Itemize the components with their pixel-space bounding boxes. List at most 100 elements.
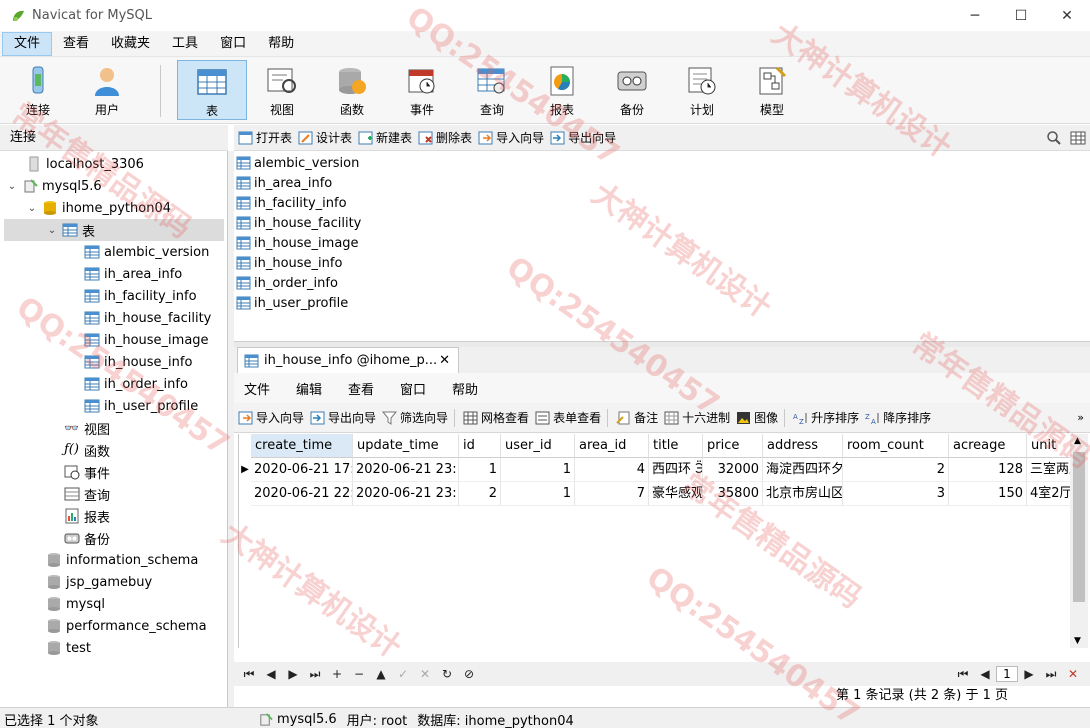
memo-button[interactable]: 备注 <box>616 409 658 426</box>
grid-cell[interactable]: 3 <box>843 482 949 506</box>
tree-table-item[interactable]: ih_area_info <box>84 263 182 285</box>
grid-cell[interactable]: 4室2厅 <box>1027 482 1071 506</box>
toolbar-overflow-icon[interactable]: » <box>1077 411 1084 424</box>
tree-node-tables[interactable]: ⌄ 表 <box>4 219 224 241</box>
scroll-up-icon[interactable]: ▲ <box>1074 436 1081 446</box>
new-table-button[interactable]: 新建表 <box>358 129 412 146</box>
tree-table-item[interactable]: alembic_version <box>84 241 209 263</box>
tree-node-db[interactable]: test <box>46 637 91 659</box>
last-page-icon[interactable]: ⏭ <box>1040 667 1062 682</box>
data-menu-help[interactable]: 帮助 <box>442 379 494 398</box>
tree-node-database[interactable]: ⌄ ihome_python04 <box>26 197 171 219</box>
grid-cell[interactable]: 4 <box>575 458 649 482</box>
grid-cell[interactable]: 7 <box>575 482 649 506</box>
tree-node-functions[interactable]: ƒ() 函数 <box>64 439 110 461</box>
last-record-icon[interactable]: ⏭ <box>304 667 326 682</box>
grid-cell[interactable]: 1 <box>501 458 575 482</box>
search-icon[interactable] <box>1046 130 1062 146</box>
column-header[interactable]: area_id <box>575 434 649 458</box>
column-header[interactable]: price <box>703 434 763 458</box>
object-list-item[interactable]: ih_order_info <box>236 273 338 293</box>
confirm-icon[interactable]: ✓ <box>392 667 414 681</box>
close-tab-icon[interactable]: ✕ <box>439 353 450 368</box>
page-settings-icon[interactable]: ✕ <box>1062 667 1084 681</box>
grid-cell[interactable]: 2 <box>843 458 949 482</box>
grid-cell[interactable]: 北京市房山区 <box>763 482 843 506</box>
design-table-button[interactable]: 设计表 <box>298 129 352 146</box>
menu-window[interactable]: 窗口 <box>209 32 257 56</box>
menu-favorites[interactable]: 收藏夹 <box>100 32 161 56</box>
discard-icon[interactable]: ✕ <box>414 667 436 681</box>
open-table-button[interactable]: 打开表 <box>238 129 292 146</box>
grid-cell[interactable]: 2020-06-21 22: <box>251 482 353 506</box>
column-header[interactable]: address <box>763 434 843 458</box>
column-header[interactable]: update_time <box>353 434 459 458</box>
object-list-item[interactable]: ih_house_info <box>236 253 342 273</box>
chevron-down-icon[interactable]: ⌄ <box>26 203 38 214</box>
add-record-icon[interactable]: + <box>326 667 348 681</box>
tree-table-item[interactable]: ih_order_info <box>84 373 188 395</box>
data-import-button[interactable]: 导入向导 <box>238 409 304 426</box>
object-list-item[interactable]: ih_house_facility <box>236 213 361 233</box>
column-header[interactable]: id <box>459 434 501 458</box>
chevron-down-icon[interactable]: ⌄ <box>6 181 18 192</box>
function-button[interactable]: 函数 <box>318 60 386 120</box>
tree-table-item[interactable]: ih_house_info <box>84 351 192 373</box>
column-header[interactable]: create_time <box>251 434 353 458</box>
data-menu-file[interactable]: 文件 <box>234 379 286 398</box>
first-page-icon[interactable]: ⏮ <box>952 667 974 682</box>
menu-help[interactable]: 帮助 <box>257 32 305 56</box>
prev-record-icon[interactable]: ◀ <box>260 667 282 681</box>
query-button[interactable]: 查询 <box>458 60 526 120</box>
apply-icon[interactable]: ▲ <box>370 667 392 681</box>
menu-file[interactable]: 文件 <box>2 31 53 56</box>
scroll-down-icon[interactable]: ▼ <box>1074 636 1081 646</box>
connect-button[interactable]: 连接 <box>4 60 72 120</box>
object-list-item[interactable]: ih_house_image <box>236 233 359 253</box>
column-header[interactable]: room_count <box>843 434 949 458</box>
maximize-button[interactable]: ☐ <box>998 0 1044 31</box>
object-list-item[interactable]: ih_area_info <box>236 173 332 193</box>
tree-node-db[interactable]: performance_schema <box>46 615 207 637</box>
next-page-icon[interactable]: ▶ <box>1018 667 1040 681</box>
object-list-item[interactable]: ih_user_profile <box>236 293 348 313</box>
stop-icon[interactable]: ⊘ <box>458 667 480 681</box>
tree-node-events[interactable]: 事件 <box>64 461 110 483</box>
tree-table-item[interactable]: ih_facility_info <box>84 285 197 307</box>
export-wizard-button[interactable]: 导出向导 <box>550 129 616 146</box>
tree-table-item[interactable]: ih_house_facility <box>84 307 211 329</box>
model-button[interactable]: 模型 <box>738 60 806 120</box>
object-list-item[interactable]: alembic_version <box>236 153 359 173</box>
column-header[interactable]: user_id <box>501 434 575 458</box>
grid-cell[interactable]: 1 <box>459 458 501 482</box>
form-view-button[interactable]: 表单查看 <box>535 409 601 426</box>
event-button[interactable]: 事件 <box>388 60 456 120</box>
grid-cell[interactable]: 三室两厅 <box>1027 458 1071 482</box>
delete-record-icon[interactable]: − <box>348 667 370 681</box>
data-export-button[interactable]: 导出向导 <box>310 409 376 426</box>
report-button[interactable]: 报表 <box>528 60 596 120</box>
backup-button[interactable]: 备份 <box>598 60 666 120</box>
grid-cell[interactable]: 2 <box>459 482 501 506</box>
page-number-input[interactable]: 1 <box>996 666 1018 682</box>
tree-node-mysql56[interactable]: ⌄ mysql5.6 <box>6 175 102 197</box>
hex-button[interactable]: 十六进制 <box>664 409 730 426</box>
data-menu-window[interactable]: 窗口 <box>390 379 442 398</box>
menu-view[interactable]: 查看 <box>52 32 100 56</box>
tree-node-queries[interactable]: 查询 <box>64 483 110 505</box>
tree-node-db[interactable]: mysql <box>46 593 105 615</box>
tree-node-localhost[interactable]: localhost_3306 <box>10 153 144 175</box>
tree-node-db[interactable]: information_schema <box>46 549 198 571</box>
schedule-button[interactable]: 计划 <box>668 60 736 120</box>
delete-table-button[interactable]: 删除表 <box>418 129 472 146</box>
table-button[interactable]: 表 <box>177 60 247 120</box>
column-header[interactable]: unit <box>1027 434 1071 458</box>
refresh-icon[interactable]: ↻ <box>436 667 458 681</box>
tree-node-backups[interactable]: 备份 <box>64 527 110 549</box>
column-header[interactable]: acreage <box>949 434 1027 458</box>
grid-view-button[interactable]: 网格查看 <box>463 409 529 426</box>
view-button[interactable]: 视图 <box>248 60 316 120</box>
tab-ih-house-info[interactable]: ih_house_info @ihome_p... ✕ <box>237 347 459 373</box>
grid-cell[interactable]: 2020-06-21 23:1 <box>353 458 459 482</box>
chevron-down-icon[interactable]: ⌄ <box>46 225 58 236</box>
